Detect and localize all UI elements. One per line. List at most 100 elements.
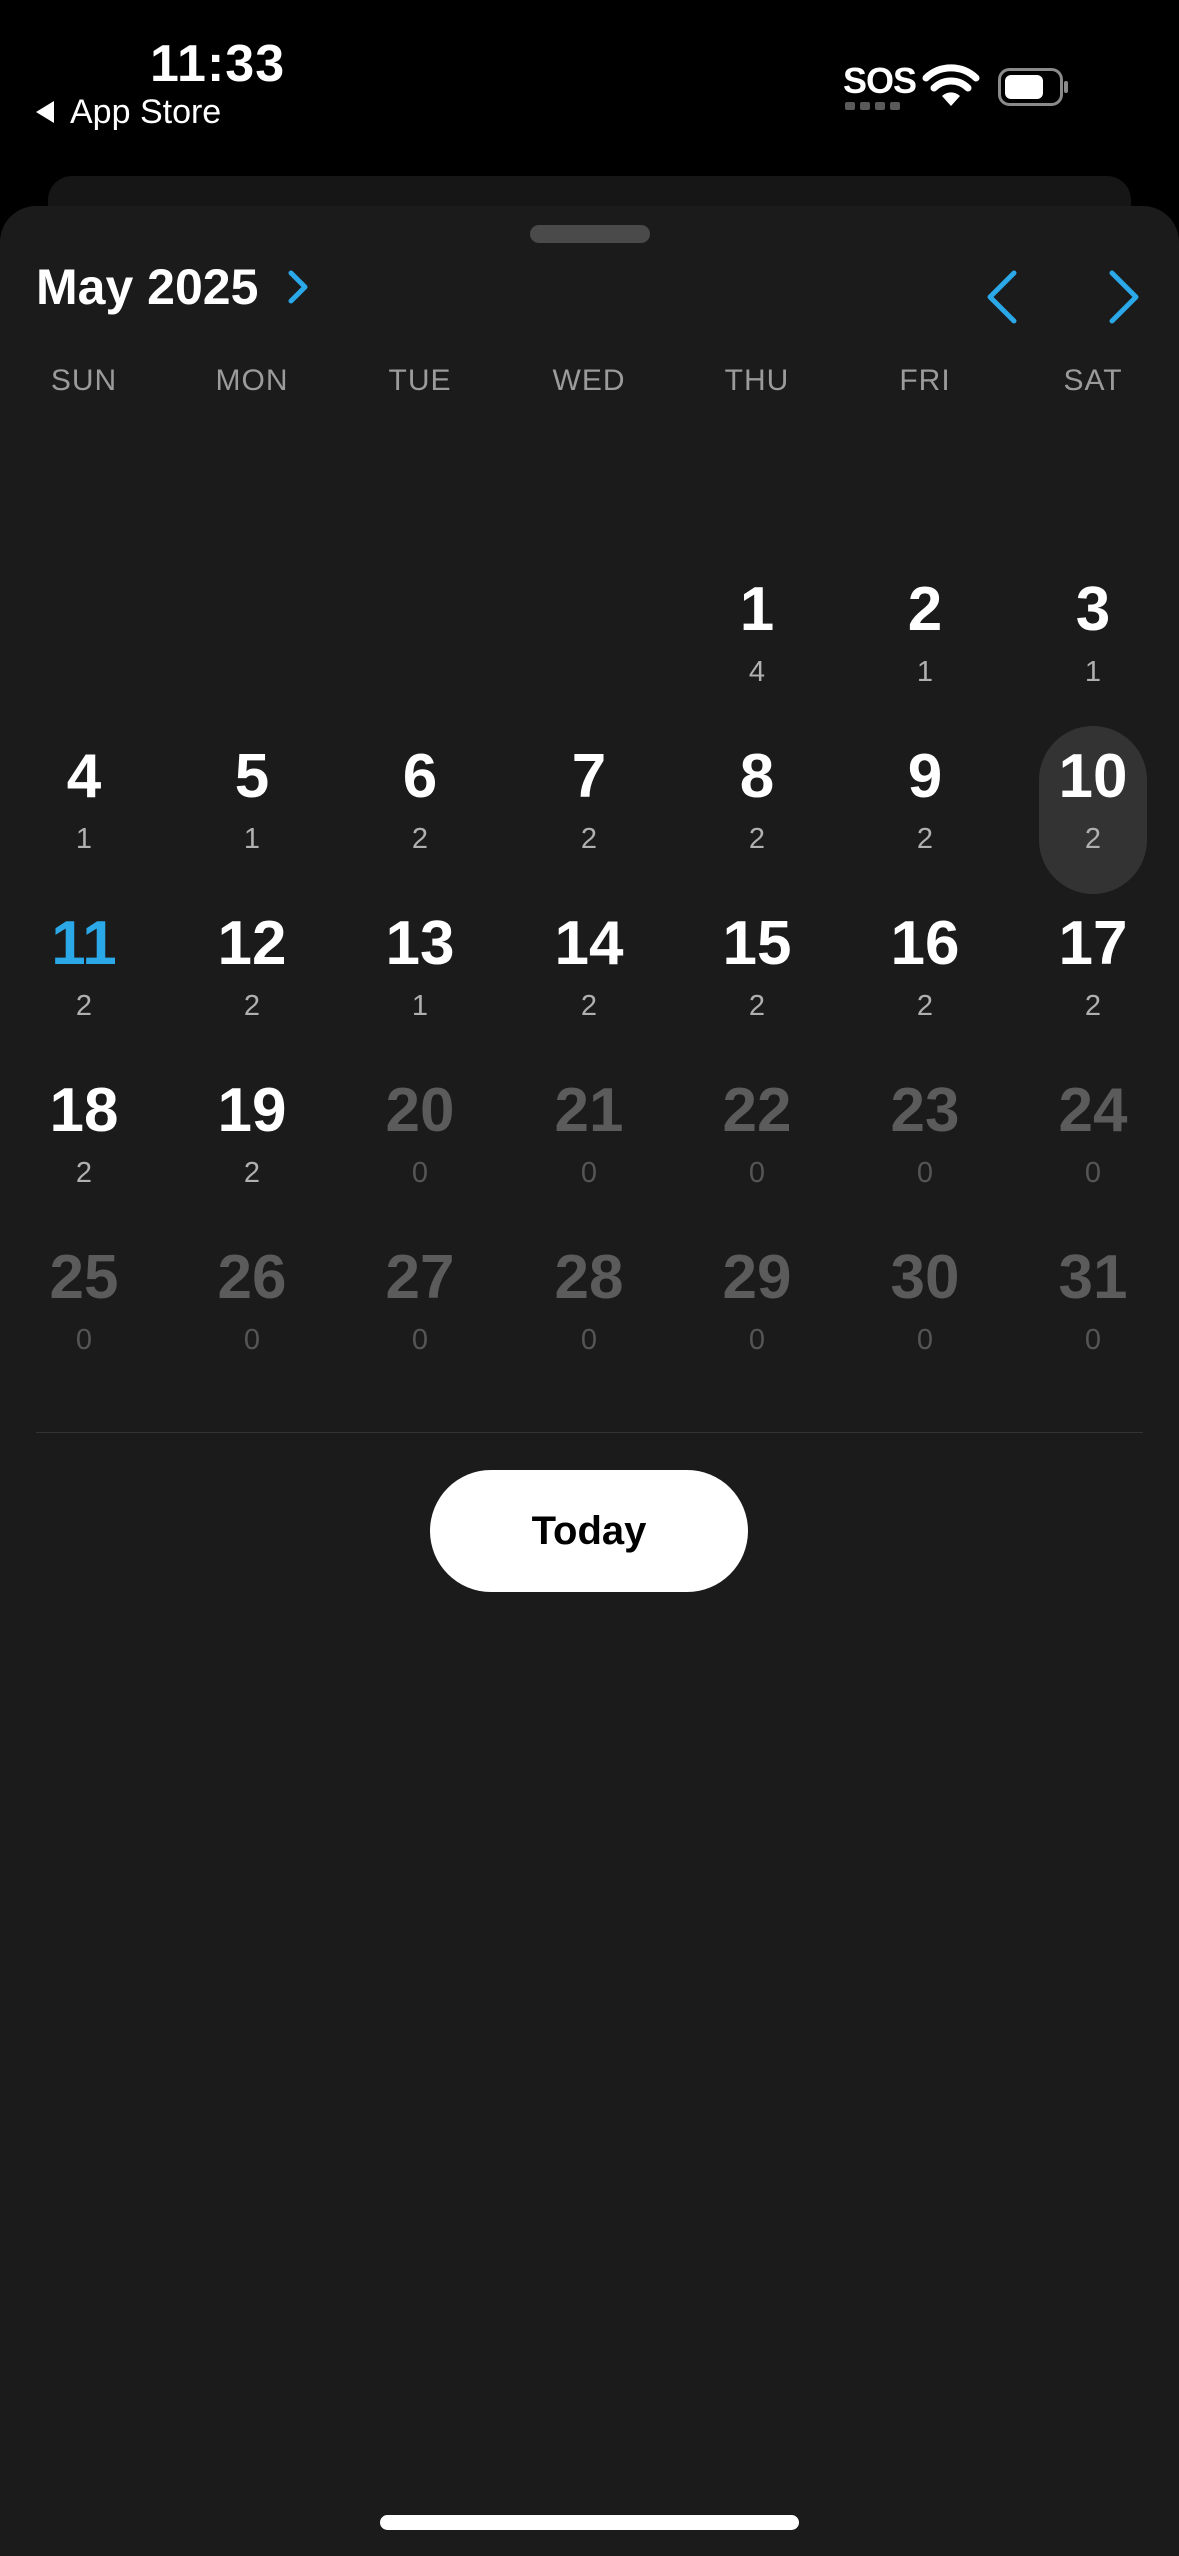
day-entry-count: 2 (748, 990, 766, 1022)
day-cell-1[interactable]: 14 (703, 559, 811, 727)
today-button[interactable]: Today (430, 1470, 748, 1592)
day-number: 10 (1058, 742, 1128, 811)
day-cell-31[interactable]: 31 0 (1039, 1227, 1147, 1395)
wifi-icon (922, 64, 980, 106)
day-cell-4[interactable]: 41 (30, 726, 138, 894)
day-cell-29[interactable]: 29 0 (703, 1227, 811, 1395)
day-number: 29 (722, 1243, 792, 1312)
day-number: 17 (1058, 909, 1128, 978)
day-entry-count: 2 (580, 990, 598, 1022)
day-number: 13 (385, 909, 455, 978)
day-cell-30[interactable]: 30 0 (871, 1227, 979, 1395)
day-cell-14[interactable]: 14 2 (535, 893, 643, 1061)
day-number: 16 (890, 909, 960, 978)
day-number: 18 (49, 1076, 119, 1145)
day-number: 11 (51, 909, 117, 978)
day-entry-count: 0 (580, 1157, 598, 1189)
calendar-sheet: May 2025 SUN MON TUE WED THU FRI SAT 142131415… (0, 206, 1179, 2556)
chevron-left-icon (987, 270, 1017, 324)
day-cell-27[interactable]: 27 0 (366, 1227, 474, 1395)
day-entry-count: 0 (243, 1324, 261, 1356)
day-number: 8 (739, 742, 775, 811)
day-cell-21[interactable]: 21 0 (535, 1060, 643, 1228)
day-cell-3[interactable]: 31 (1039, 559, 1147, 727)
day-cell-11[interactable]: 11 2 (30, 893, 138, 1061)
day-entry-count: 1 (916, 656, 934, 688)
day-cell-17[interactable]: 17 2 (1039, 893, 1147, 1061)
back-to-app-store-link[interactable]: App Store (36, 92, 221, 132)
previous-month-button[interactable] (972, 262, 1032, 332)
day-entry-count: 1 (75, 823, 93, 855)
day-number: 24 (1058, 1076, 1128, 1145)
day-number: 22 (722, 1076, 792, 1145)
day-cell-22[interactable]: 22 0 (703, 1060, 811, 1228)
day-number: 21 (554, 1076, 624, 1145)
weekday-header: SUN MON TUE WED THU FRI SAT (0, 356, 1179, 406)
home-indicator[interactable] (380, 2515, 799, 2530)
back-triangle-icon (36, 101, 54, 123)
day-cell-12[interactable]: 12 2 (198, 893, 306, 1061)
day-cell-23[interactable]: 23 0 (871, 1060, 979, 1228)
sheet-grabber[interactable] (530, 225, 650, 243)
day-cell-5[interactable]: 51 (198, 726, 306, 894)
day-entry-count: 0 (411, 1324, 429, 1356)
day-entry-count: 2 (916, 990, 934, 1022)
day-cell-25[interactable]: 25 0 (30, 1227, 138, 1395)
weekday-label-sat: SAT (1063, 364, 1123, 397)
day-cell-8[interactable]: 82 (703, 726, 811, 894)
weekday-label-wed: WED (552, 364, 626, 397)
day-cell-28[interactable]: 28 0 (535, 1227, 643, 1395)
back-app-label: App Store (70, 92, 222, 131)
day-cell-10[interactable]: 10 2 (1039, 726, 1147, 894)
day-entry-count: 0 (916, 1324, 934, 1356)
day-number: 14 (554, 909, 624, 978)
weekday-label-fri: FRI (899, 364, 951, 397)
day-entry-count: 0 (1084, 1157, 1102, 1189)
day-cell-13[interactable]: 13 1 (366, 893, 474, 1061)
day-number: 5 (234, 742, 270, 811)
day-number: 4 (66, 742, 102, 811)
day-number: 15 (722, 909, 792, 978)
day-entry-count: 0 (411, 1157, 429, 1189)
day-cell-26[interactable]: 26 0 (198, 1227, 306, 1395)
day-entry-count: 0 (580, 1324, 598, 1356)
chevron-right-icon (288, 270, 308, 304)
next-month-button[interactable] (1094, 262, 1154, 332)
day-cell-2[interactable]: 21 (871, 559, 979, 727)
day-cell-18[interactable]: 18 2 (30, 1060, 138, 1228)
day-cell-9[interactable]: 92 (871, 726, 979, 894)
month-picker-button[interactable]: May 2025 (36, 258, 316, 316)
day-number: 12 (217, 909, 287, 978)
day-entry-count: 0 (748, 1324, 766, 1356)
weekday-label-thu: THU (724, 364, 790, 397)
day-number: 27 (385, 1243, 455, 1312)
day-entry-count: 1 (411, 990, 429, 1022)
day-entry-count: 1 (243, 823, 261, 855)
divider (36, 1432, 1143, 1433)
day-cell-7[interactable]: 72 (535, 726, 643, 894)
day-entry-count: 2 (75, 1157, 93, 1189)
day-cell-24[interactable]: 24 0 (1039, 1060, 1147, 1228)
weekday-label-tue: TUE (388, 364, 452, 397)
day-cell-16[interactable]: 16 2 (871, 893, 979, 1061)
month-label: May 2025 (36, 259, 259, 315)
day-number: 25 (49, 1243, 119, 1312)
day-cell-20[interactable]: 20 0 (366, 1060, 474, 1228)
day-entry-count: 0 (916, 1157, 934, 1189)
day-number: 2 (907, 575, 943, 644)
screen: 11:33 App Store SOS May 2025 SUN MON TUE… (0, 0, 1179, 2556)
day-cell-19[interactable]: 19 2 (198, 1060, 306, 1228)
chevron-right-icon (1109, 270, 1139, 324)
day-cell-15[interactable]: 15 2 (703, 893, 811, 1061)
day-entry-count: 4 (748, 656, 766, 688)
day-entry-count: 1 (1084, 656, 1102, 688)
weekday-label-mon: MON (215, 364, 289, 397)
day-entry-count: 2 (243, 1157, 261, 1189)
day-number: 6 (402, 742, 438, 811)
day-cell-6[interactable]: 62 (366, 726, 474, 894)
day-number: 31 (1058, 1243, 1128, 1312)
day-number: 28 (554, 1243, 624, 1312)
day-entry-count: 2 (75, 990, 93, 1022)
day-entry-count: 0 (75, 1324, 93, 1356)
day-number: 1 (739, 575, 775, 644)
